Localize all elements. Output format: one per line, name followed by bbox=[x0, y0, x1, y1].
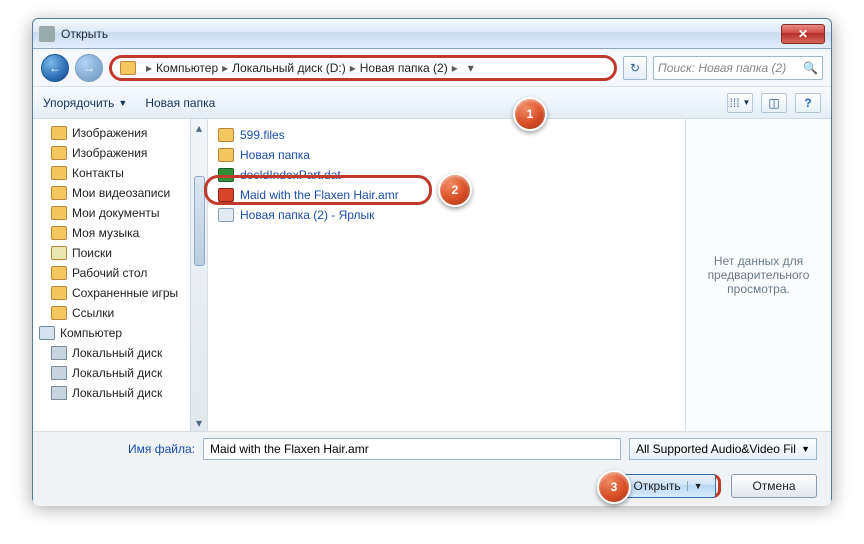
close-icon: ✕ bbox=[798, 27, 808, 41]
view-icon: ⁞⁞⁞ bbox=[730, 96, 740, 110]
breadcrumb-bar[interactable]: ▸ Компьютер ▸ Локальный диск (D:) ▸ Нова… bbox=[109, 55, 617, 81]
filename-input[interactable]: Maid with the Flaxen Hair.amr bbox=[203, 438, 621, 460]
breadcrumb-segment[interactable]: Локальный диск (D:) bbox=[232, 61, 346, 75]
tree-item[interactable]: Локальный диск bbox=[33, 363, 190, 383]
tree-item[interactable]: Мои видеозаписи bbox=[33, 183, 190, 203]
arrow-left-icon: ← bbox=[49, 61, 61, 75]
file-item[interactable]: Новая папка bbox=[218, 145, 675, 165]
nav-row: ← → ▸ Компьютер ▸ Локальный диск (D:) ▸ … bbox=[33, 49, 831, 87]
filename-row: Имя файла: Maid with the Flaxen Hair.amr… bbox=[33, 432, 831, 466]
preview-pane: Нет данных для предварительного просмотр… bbox=[685, 119, 831, 431]
scroll-up-icon[interactable]: ▴ bbox=[191, 119, 207, 136]
annotation-badge-1: 1 bbox=[513, 97, 547, 131]
chevron-down-icon: ▼ bbox=[743, 98, 751, 107]
refresh-icon: ↻ bbox=[630, 61, 640, 75]
tree-item[interactable]: Изображения bbox=[33, 123, 190, 143]
arrow-right-icon: → bbox=[83, 61, 95, 75]
preview-empty-text: Нет данных для предварительного просмотр… bbox=[696, 254, 821, 296]
organize-menu[interactable]: Упорядочить ▼ bbox=[43, 96, 127, 110]
nav-tree-container: Изображения Изображения Контакты Мои вид… bbox=[33, 119, 208, 431]
help-icon: ? bbox=[804, 96, 811, 110]
tree-item[interactable]: Контакты bbox=[33, 163, 190, 183]
tree-scrollbar[interactable]: ▴ ▾ bbox=[190, 119, 207, 431]
search-folder-icon bbox=[51, 246, 67, 260]
file-item[interactable]: 599.files bbox=[218, 125, 675, 145]
folder-icon bbox=[218, 148, 234, 162]
close-button[interactable]: ✕ bbox=[781, 24, 825, 44]
open-button[interactable]: Открыть ▼ bbox=[620, 474, 716, 498]
chevron-right-icon: ▸ bbox=[452, 61, 458, 75]
folder-icon bbox=[51, 206, 67, 220]
tree-item[interactable]: Локальный диск bbox=[33, 343, 190, 363]
chevron-down-icon: ▼ bbox=[118, 98, 127, 108]
folder-icon bbox=[51, 166, 67, 180]
annotation-badge-2: 2 bbox=[438, 173, 472, 207]
view-options-button[interactable]: ⁞⁞⁞ ▼ bbox=[727, 93, 753, 113]
folder-icon bbox=[51, 226, 67, 240]
chevron-down-icon: ▼ bbox=[801, 444, 810, 454]
new-folder-button[interactable]: Новая папка bbox=[145, 96, 215, 110]
tree-item[interactable]: Мои документы bbox=[33, 203, 190, 223]
scroll-thumb[interactable] bbox=[194, 176, 205, 266]
file-item[interactable]: Новая папка (2) - Ярлык bbox=[218, 205, 675, 225]
window-title: Открыть bbox=[61, 27, 108, 41]
tree-item[interactable]: Моя музыка bbox=[33, 223, 190, 243]
filetype-combo[interactable]: All Supported Audio&Video Fil ▼ bbox=[629, 438, 817, 460]
search-icon: 🔍 bbox=[803, 61, 818, 75]
main-area: Изображения Изображения Контакты Мои вид… bbox=[33, 119, 831, 431]
tree-item[interactable]: Локальный диск bbox=[33, 383, 190, 403]
app-icon bbox=[39, 26, 55, 42]
tree-item[interactable]: Ссылки bbox=[33, 303, 190, 323]
folder-icon bbox=[51, 146, 67, 160]
folder-icon bbox=[51, 266, 67, 280]
refresh-button[interactable]: ↻ bbox=[623, 56, 647, 80]
dat-file-icon bbox=[218, 168, 234, 182]
search-input[interactable]: Поиск: Новая папка (2) 🔍 bbox=[653, 56, 823, 80]
titlebar: Открыть ✕ bbox=[33, 19, 831, 49]
search-placeholder: Поиск: Новая папка (2) bbox=[658, 61, 786, 75]
chevron-down-icon: ▼ bbox=[687, 481, 703, 491]
annotation-badge-3: 3 bbox=[597, 470, 631, 504]
forward-button[interactable]: → bbox=[75, 54, 103, 82]
tree-item-computer[interactable]: Компьютер bbox=[33, 323, 190, 343]
toolbar: Упорядочить ▼ Новая папка ⁞⁞⁞ ▼ ◫ ? bbox=[33, 87, 831, 119]
folder-icon bbox=[51, 126, 67, 140]
tree-item[interactable]: Изображения bbox=[33, 143, 190, 163]
breadcrumb-dropdown[interactable]: ▾ bbox=[468, 61, 474, 75]
folder-icon bbox=[51, 186, 67, 200]
filename-label: Имя файла: bbox=[47, 442, 195, 456]
chevron-right-icon: ▸ bbox=[350, 61, 356, 75]
file-list[interactable]: 599.files Новая папка docIdIndexPart.dat… bbox=[208, 119, 685, 431]
help-button[interactable]: ? bbox=[795, 93, 821, 113]
computer-icon bbox=[39, 326, 55, 340]
disk-icon bbox=[51, 366, 67, 380]
folder-icon bbox=[51, 286, 67, 300]
shortcut-icon bbox=[218, 208, 234, 222]
breadcrumb-segment[interactable]: Новая папка (2) bbox=[360, 61, 448, 75]
disk-icon bbox=[51, 386, 67, 400]
folder-icon bbox=[218, 128, 234, 142]
chevron-right-icon: ▸ bbox=[146, 61, 152, 75]
folder-icon bbox=[51, 306, 67, 320]
preview-pane-icon: ◫ bbox=[768, 96, 779, 110]
back-button[interactable]: ← bbox=[41, 54, 69, 82]
tree-item[interactable]: Поиски bbox=[33, 243, 190, 263]
scroll-down-icon[interactable]: ▾ bbox=[191, 414, 207, 431]
tree-item[interactable]: Рабочий стол bbox=[33, 263, 190, 283]
breadcrumb-segment[interactable]: Компьютер bbox=[156, 61, 218, 75]
button-row: Открыть ▼ Отмена 3 bbox=[33, 466, 831, 506]
disk-icon bbox=[51, 346, 67, 360]
chevron-right-icon: ▸ bbox=[222, 61, 228, 75]
preview-pane-button[interactable]: ◫ bbox=[761, 93, 787, 113]
tree-item[interactable]: Сохраненные игры bbox=[33, 283, 190, 303]
open-file-dialog: Открыть ✕ ← → ▸ Компьютер ▸ Локальный ди… bbox=[32, 18, 832, 504]
nav-tree[interactable]: Изображения Изображения Контакты Мои вид… bbox=[33, 119, 190, 431]
cancel-button[interactable]: Отмена bbox=[731, 474, 817, 498]
folder-icon bbox=[120, 61, 136, 75]
amr-file-icon bbox=[218, 188, 234, 202]
